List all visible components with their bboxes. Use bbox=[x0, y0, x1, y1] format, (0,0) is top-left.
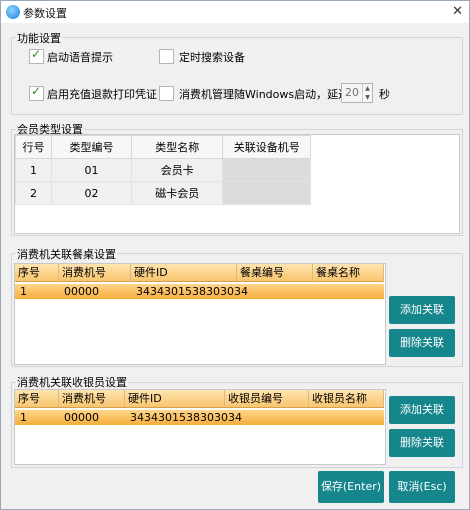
close-icon[interactable]: ✕ bbox=[452, 4, 463, 19]
member-header-row: 行号 类型编号 类型名称 关联设备机号 bbox=[15, 135, 311, 159]
col-header[interactable]: 消费机号 bbox=[59, 390, 125, 407]
cashier-link-header: 序号 消费机号 硬件ID 收银员编号 收银员名称 bbox=[15, 390, 384, 408]
delay-spinner[interactable]: 20 ▲ ▼ bbox=[341, 83, 373, 103]
row-cell: 1 bbox=[20, 285, 27, 298]
table-row[interactable]: 2 02 磁卡会员 bbox=[15, 181, 311, 205]
col-header[interactable]: 硬件ID bbox=[125, 390, 225, 407]
member-cell: 02 bbox=[50, 181, 133, 205]
member-col-header[interactable]: 行号 bbox=[15, 135, 52, 159]
member-type-table: 行号 类型编号 类型名称 关联设备机号 1 01 会员卡 2 02 磁卡会员 bbox=[15, 135, 311, 205]
member-col-header[interactable]: 类型名称 bbox=[131, 135, 224, 159]
voice-prompt-checkbox[interactable] bbox=[29, 47, 44, 64]
add-table-link-label: 添加关联 bbox=[400, 303, 444, 316]
col-header[interactable]: 餐桌编号 bbox=[237, 264, 313, 281]
member-cell: 1 bbox=[15, 158, 52, 182]
timed-search-checkbox[interactable] bbox=[159, 49, 174, 64]
voice-prompt-label: 启动语音提示 bbox=[47, 51, 113, 64]
col-header[interactable]: 餐桌名称 bbox=[313, 264, 384, 281]
print-voucher-checkbox[interactable] bbox=[29, 84, 44, 101]
col-header[interactable]: 消费机号 bbox=[59, 264, 131, 281]
delay-unit: 秒 bbox=[379, 88, 390, 101]
member-col-header[interactable]: 关联设备机号 bbox=[222, 135, 311, 159]
row-cell: 3434301538303034 bbox=[130, 411, 242, 424]
settings-window: 参数设置 ✕ 功能设置 启动语音提示 定时搜索设备 启用充值退款打印凭证 消费机… bbox=[0, 0, 470, 510]
add-table-link-button[interactable]: 添加关联 bbox=[389, 296, 455, 324]
cashier-link-label: 消费机关联收银员设置 bbox=[16, 374, 128, 390]
table-link-label: 消费机关联餐桌设置 bbox=[16, 246, 117, 262]
table-row[interactable]: 1 00000 3434301538303034 bbox=[15, 284, 384, 299]
delete-table-link-label: 删除关联 bbox=[400, 336, 444, 349]
table-row[interactable]: 1 00000 3434301538303034 bbox=[15, 410, 384, 425]
autostart-label: 消费机管理随Windows启动，延迟 bbox=[179, 88, 350, 101]
save-button[interactable]: 保存(Enter) bbox=[318, 471, 384, 503]
delete-cashier-link-button[interactable]: 删除关联 bbox=[389, 429, 455, 457]
row-cell: 1 bbox=[20, 411, 27, 424]
delete-table-link-button[interactable]: 删除关联 bbox=[389, 329, 455, 357]
col-header[interactable]: 收银员编号 bbox=[225, 390, 309, 407]
member-cell bbox=[222, 181, 311, 205]
title-bar: 参数设置 ✕ bbox=[1, 1, 469, 23]
delete-cashier-link-label: 删除关联 bbox=[400, 436, 444, 449]
app-icon bbox=[6, 5, 20, 19]
cancel-button[interactable]: 取消(Esc) bbox=[389, 471, 455, 503]
table-row[interactable]: 1 01 会员卡 bbox=[15, 158, 311, 182]
member-cell: 01 bbox=[50, 158, 133, 182]
member-cell: 2 bbox=[15, 181, 52, 205]
print-voucher-label: 启用充值退款打印凭证 bbox=[47, 88, 157, 101]
timed-search-label: 定时搜索设备 bbox=[179, 51, 245, 64]
autostart-checkbox[interactable] bbox=[159, 86, 174, 101]
row-cell: 3434301538303034 bbox=[136, 285, 248, 298]
delay-value: 20 bbox=[345, 86, 359, 99]
member-cell: 会员卡 bbox=[131, 158, 224, 182]
window-title: 参数设置 bbox=[23, 7, 67, 20]
save-label: 保存(Enter) bbox=[320, 480, 382, 493]
col-header[interactable]: 硬件ID bbox=[131, 264, 237, 281]
member-cell: 磁卡会员 bbox=[131, 181, 224, 205]
col-header[interactable]: 收银员名称 bbox=[309, 390, 384, 407]
spinner-arrows-icon[interactable]: ▲ ▼ bbox=[362, 84, 372, 102]
row-cell: 00000 bbox=[64, 411, 99, 424]
row-cell: 00000 bbox=[64, 285, 99, 298]
col-header[interactable]: 序号 bbox=[15, 390, 59, 407]
function-settings-label: 功能设置 bbox=[16, 30, 62, 46]
cancel-label: 取消(Esc) bbox=[397, 480, 447, 493]
col-header[interactable]: 序号 bbox=[15, 264, 59, 281]
member-cell bbox=[222, 158, 311, 182]
table-link-header: 序号 消费机号 硬件ID 餐桌编号 餐桌名称 bbox=[15, 264, 384, 282]
add-cashier-link-button[interactable]: 添加关联 bbox=[389, 396, 455, 424]
member-col-header[interactable]: 类型编号 bbox=[50, 135, 133, 159]
add-cashier-link-label: 添加关联 bbox=[400, 403, 444, 416]
